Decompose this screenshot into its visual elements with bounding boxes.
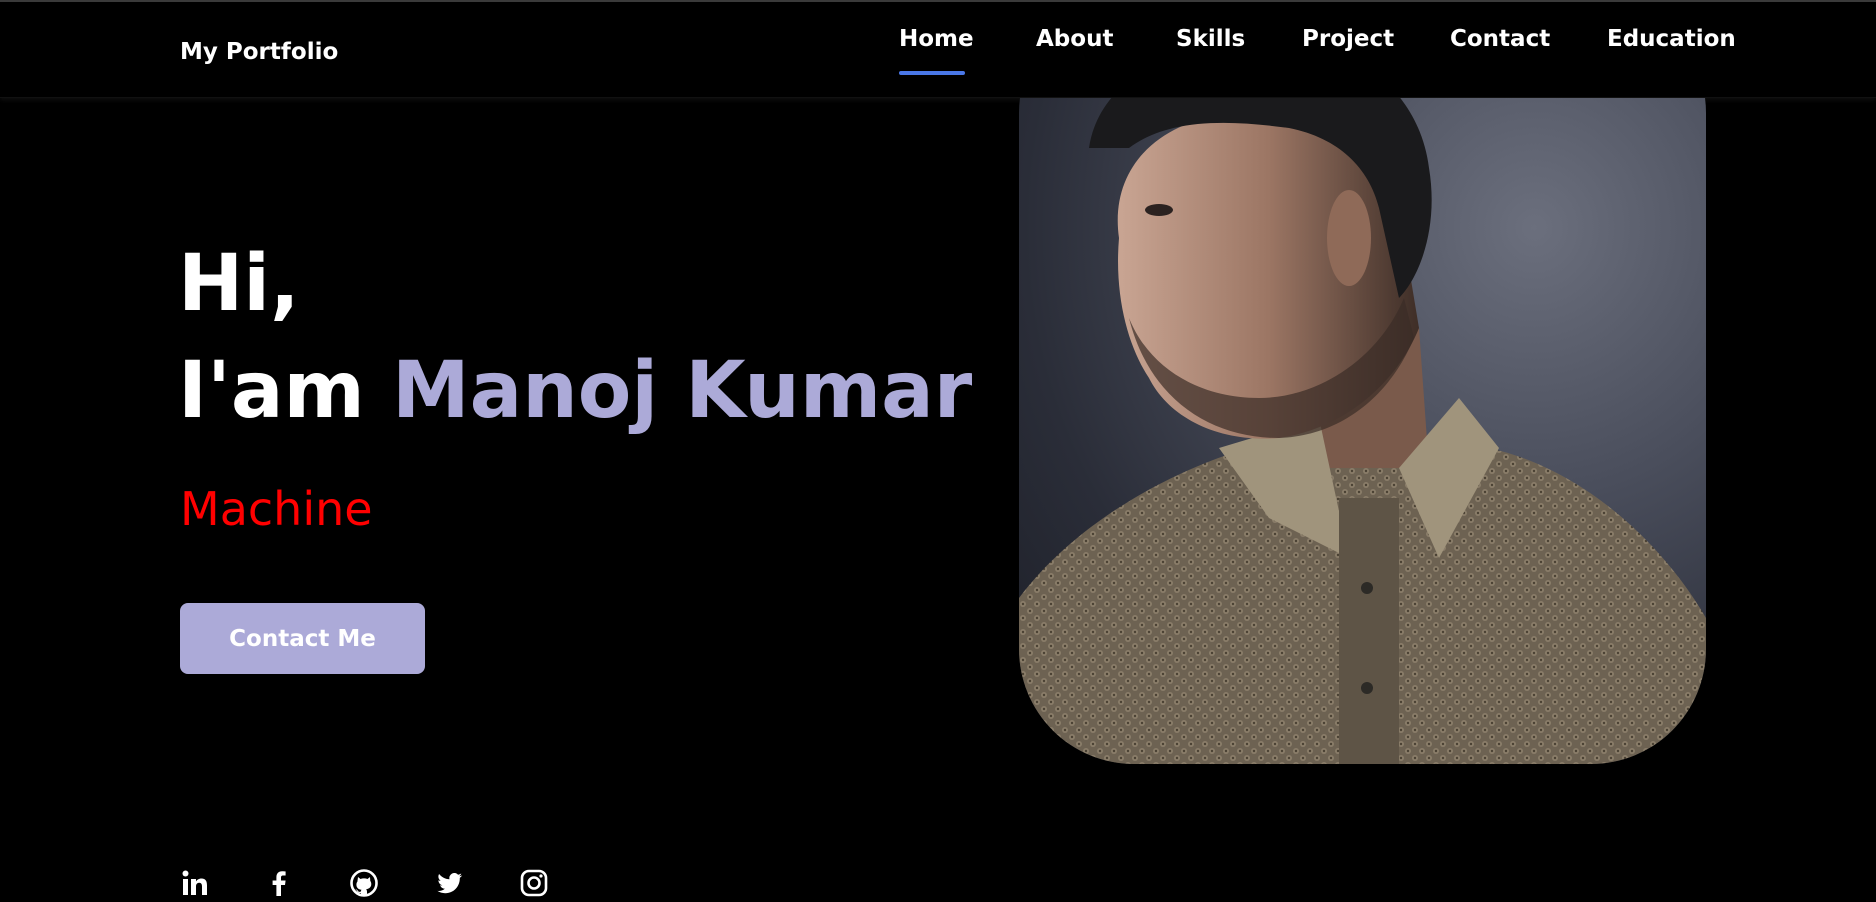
nav-item-home[interactable]: Home [899,26,974,52]
twitter-icon[interactable] [434,868,464,898]
nav-item-education[interactable]: Education [1607,26,1736,52]
hero-greeting: Hi, [178,239,300,329]
github-icon[interactable] [349,868,379,898]
brand-logo[interactable]: My Portfolio [180,39,338,65]
hero-intro: I'am [178,346,365,436]
profile-photo [1019,98,1706,764]
nav-item-project[interactable]: Project [1302,26,1394,52]
nav-item-contact[interactable]: Contact [1450,26,1550,52]
nav-active-indicator [899,71,965,75]
nav-item-about[interactable]: About [1036,26,1113,52]
hero-role: Machine [180,482,373,536]
instagram-icon[interactable] [519,868,549,898]
navbar: My Portfolio Home About Skills Project C… [0,2,1876,98]
profile-photo-illustration [1019,98,1706,764]
contact-me-button[interactable]: Contact Me [180,603,425,674]
hero-name: Manoj Kumar [391,346,973,436]
hero-headline: I'am Manoj Kumar [178,352,972,430]
nav-item-skills[interactable]: Skills [1176,26,1245,52]
facebook-icon[interactable] [264,868,294,898]
linkedin-icon[interactable] [180,868,210,898]
